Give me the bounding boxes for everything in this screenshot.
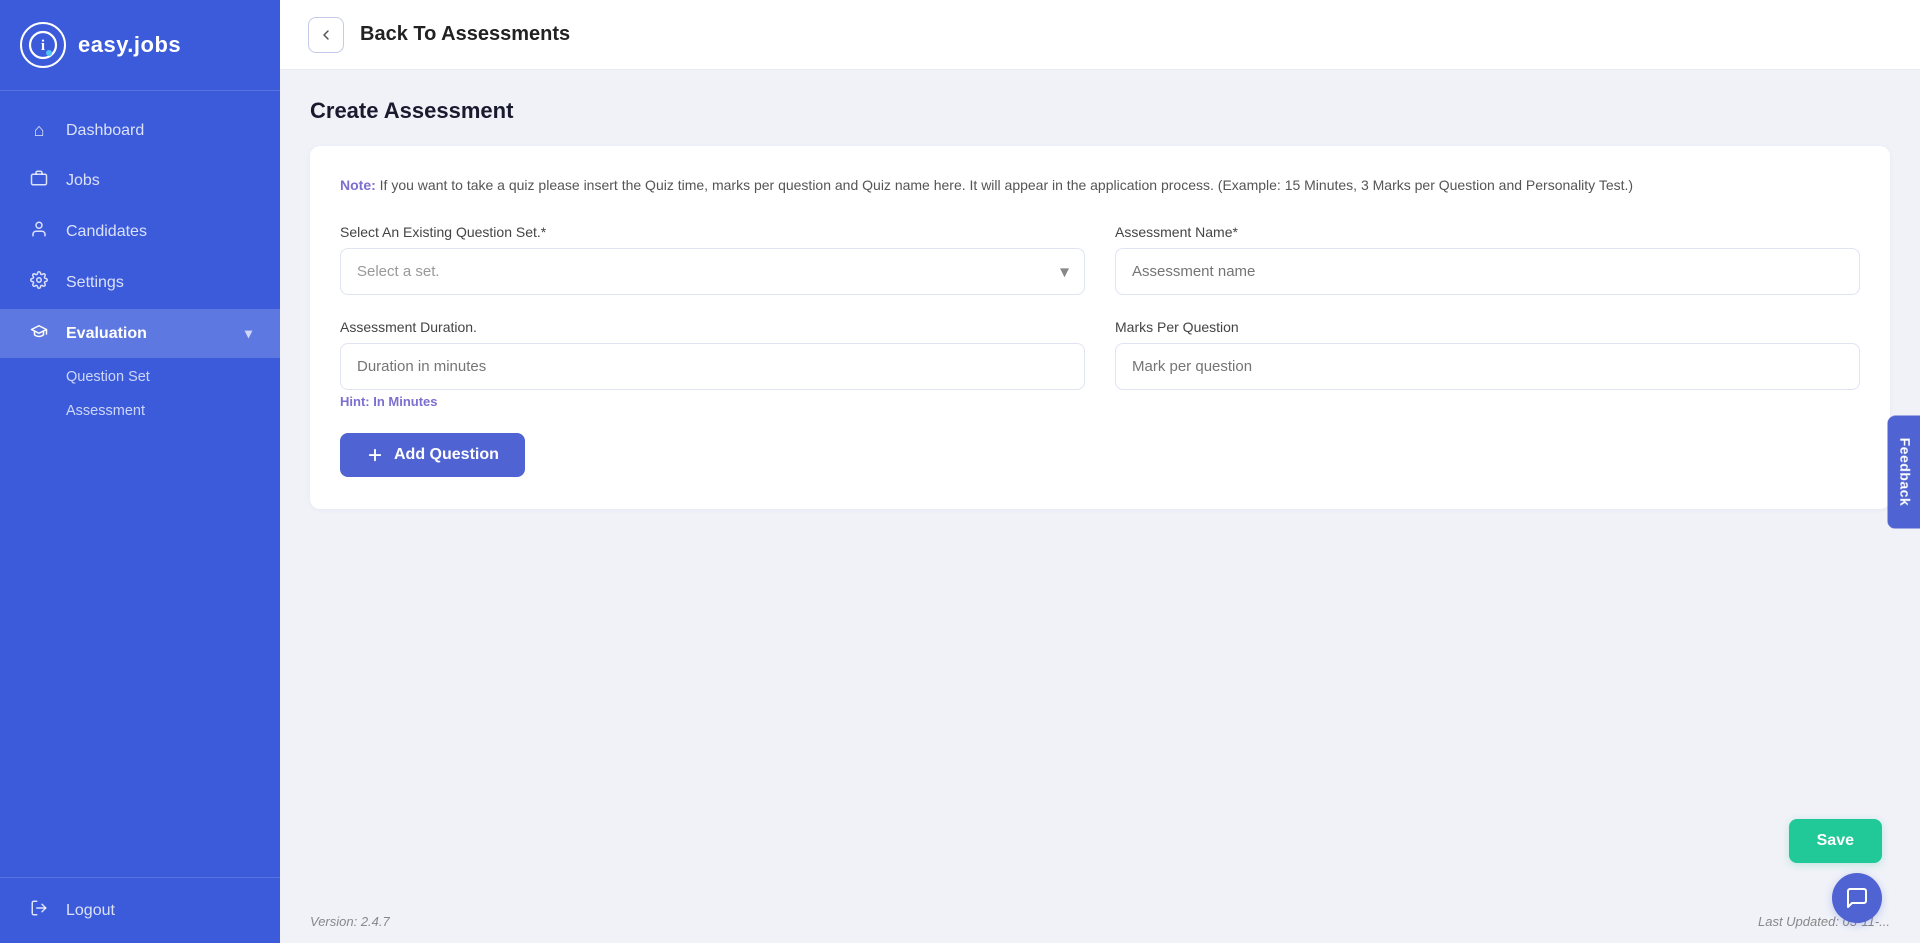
sidebar-item-dashboard[interactable]: ⌂ Dashboard — [0, 107, 280, 154]
note-label: Note: — [340, 177, 376, 193]
chat-button[interactable] — [1832, 873, 1882, 923]
sidebar-navigation: ⌂ Dashboard Jobs Candidates — [0, 99, 280, 877]
form-card: Note: If you want to take a quiz please … — [310, 146, 1890, 509]
settings-icon — [28, 271, 50, 294]
chevron-down-icon: ▾ — [245, 325, 252, 342]
add-question-button[interactable]: Add Question — [340, 433, 525, 477]
svg-text:i: i — [41, 38, 45, 54]
bottom-bar: Version: 2.4.7 Last Updated: 03-11-... — [280, 900, 1920, 943]
dashboard-icon: ⌂ — [28, 120, 50, 141]
sidebar-item-settings[interactable]: Settings — [0, 258, 280, 307]
marks-group: Marks Per Question — [1115, 319, 1860, 409]
marks-input[interactable] — [1115, 343, 1860, 390]
note-text: Note: If you want to take a quiz please … — [340, 174, 1860, 196]
question-set-label: Select An Existing Question Set.* — [340, 224, 1085, 240]
duration-input[interactable] — [340, 343, 1085, 390]
logo-text: easy.jobs — [78, 32, 181, 58]
hint-text: Hint: In Minutes — [340, 394, 1085, 409]
question-set-select[interactable]: Select a set. — [340, 248, 1085, 295]
sidebar-item-question-set[interactable]: Question Set — [0, 360, 280, 394]
top-bar: Back To Assessments — [280, 0, 1920, 70]
logo-area: i easy.jobs — [0, 0, 280, 91]
sidebar-item-label: Candidates — [66, 223, 147, 241]
sidebar-item-label: Settings — [66, 274, 124, 292]
sidebar-item-label: Jobs — [66, 172, 100, 190]
page-header-title: Back To Assessments — [360, 23, 570, 46]
sidebar-item-label: Dashboard — [66, 122, 144, 140]
evaluation-icon — [28, 322, 50, 345]
save-button[interactable]: Save — [1789, 819, 1882, 863]
logout-icon — [28, 899, 50, 922]
add-question-label: Add Question — [394, 446, 499, 464]
main-content: Back To Assessments Create Assessment No… — [280, 0, 1920, 943]
page-title: Create Assessment — [310, 98, 1890, 124]
content-area: Create Assessment Note: If you want to t… — [280, 70, 1920, 900]
version-text: Version: 2.4.7 — [310, 914, 390, 929]
logo-icon: i — [20, 22, 66, 68]
sidebar-item-candidates[interactable]: Candidates — [0, 207, 280, 256]
assessment-name-label: Assessment Name* — [1115, 224, 1860, 240]
question-set-group: Select An Existing Question Set.* Select… — [340, 224, 1085, 295]
sidebar-bottom: Logout — [0, 877, 280, 943]
duration-group: Assessment Duration. Hint: In Minutes — [340, 319, 1085, 409]
sidebar-item-jobs[interactable]: Jobs — [0, 156, 280, 205]
assessment-name-input[interactable] — [1115, 248, 1860, 295]
sidebar: i easy.jobs ⌂ Dashboard Jobs Cand — [0, 0, 280, 943]
sidebar-item-label: Evaluation — [66, 325, 147, 343]
jobs-icon — [28, 169, 50, 192]
sidebar-item-assessment[interactable]: Assessment — [0, 394, 280, 428]
form-row-1: Select An Existing Question Set.* Select… — [340, 224, 1860, 295]
sidebar-item-evaluation[interactable]: Evaluation ▾ — [0, 309, 280, 358]
candidates-icon — [28, 220, 50, 243]
sidebar-item-label: Logout — [66, 902, 115, 920]
marks-label: Marks Per Question — [1115, 319, 1860, 335]
evaluation-submenu: Question Set Assessment — [0, 360, 280, 428]
back-button[interactable] — [308, 17, 344, 53]
feedback-tab[interactable]: Feedback — [1888, 415, 1920, 528]
sidebar-item-logout[interactable]: Logout — [0, 886, 280, 935]
form-row-2: Assessment Duration. Hint: In Minutes Ma… — [340, 319, 1860, 409]
duration-label: Assessment Duration. — [340, 319, 1085, 335]
assessment-name-group: Assessment Name* — [1115, 224, 1860, 295]
question-set-select-wrapper: Select a set. — [340, 248, 1085, 295]
